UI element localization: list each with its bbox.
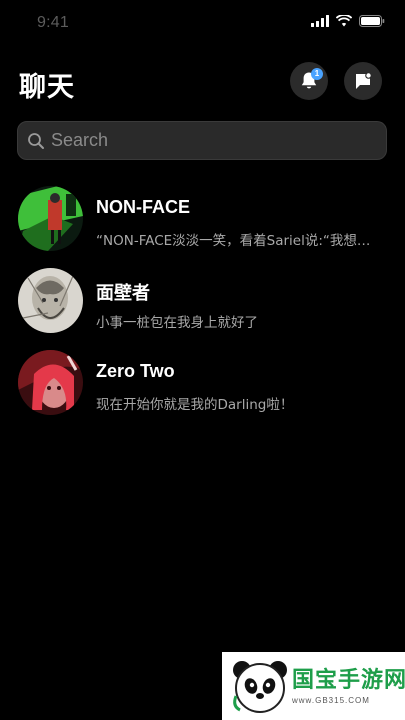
chat-item-mianbizhe[interactable]: 面壁者 小事一桩包在我身上就好了: [0, 262, 405, 344]
new-chat-button[interactable]: [344, 62, 382, 100]
search-icon: [28, 133, 44, 149]
watermark-text: 国宝手游网: [292, 668, 405, 693]
chat-preview: 小事一桩包在我身上就好了: [96, 315, 258, 331]
status-bar: 9:41: [0, 0, 405, 46]
status-time: 9:41: [37, 14, 69, 31]
chat-item-non-face[interactable]: NON-FACE “NON-FACE淡淡一笑，看着Sariel说:“我想…: [0, 180, 405, 262]
chat-name: Zero Two: [96, 361, 175, 381]
chat-name: NON-FACE: [96, 197, 190, 217]
search-bar[interactable]: [17, 121, 387, 160]
search-input[interactable]: [51, 122, 371, 159]
watermark-url: www.GB315.COM: [292, 696, 370, 705]
signal-icon: [311, 15, 329, 27]
page-title: 聊天: [19, 72, 75, 103]
notifications-button[interactable]: 1: [290, 62, 328, 100]
chat-preview: “NON-FACE淡淡一笑，看着Sariel说:“我想…: [96, 233, 371, 249]
avatar: [18, 268, 83, 333]
chat-item-zero-two[interactable]: Zero Two 现在开始你就是我的Darling啦！: [0, 344, 405, 426]
panda-logo-icon: [233, 661, 287, 713]
chat-name: 面壁者: [96, 283, 150, 303]
wifi-icon: [336, 15, 352, 27]
status-icons: [311, 15, 385, 27]
chat-preview: 现在开始你就是我的Darling啦！: [96, 397, 294, 413]
chat-list: NON-FACE “NON-FACE淡淡一笑，看着Sariel说:“我想… 面壁…: [0, 180, 405, 426]
chat-bubble-icon: [356, 72, 372, 89]
notification-badge: 1: [311, 68, 323, 80]
header: 聊天 1: [0, 58, 405, 104]
watermark: 国宝手游网 www.GB315.COM: [222, 652, 405, 720]
avatar: [18, 186, 83, 251]
battery-icon: [359, 15, 385, 27]
avatar: [18, 350, 83, 415]
